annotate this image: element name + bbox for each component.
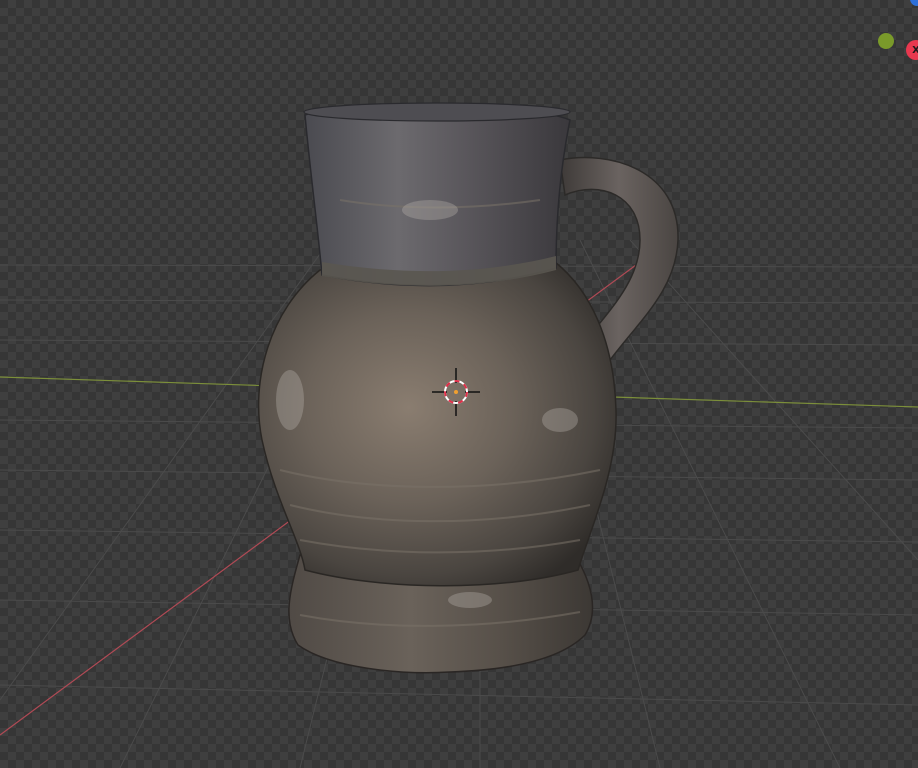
3d-viewport[interactable]: X (0, 0, 918, 768)
gizmo-x-label: X (912, 44, 918, 56)
viewport-scene[interactable] (0, 0, 918, 768)
jug-rim (303, 102, 571, 122)
gizmo-y-axis[interactable] (878, 33, 894, 49)
jug-neck (304, 104, 571, 287)
